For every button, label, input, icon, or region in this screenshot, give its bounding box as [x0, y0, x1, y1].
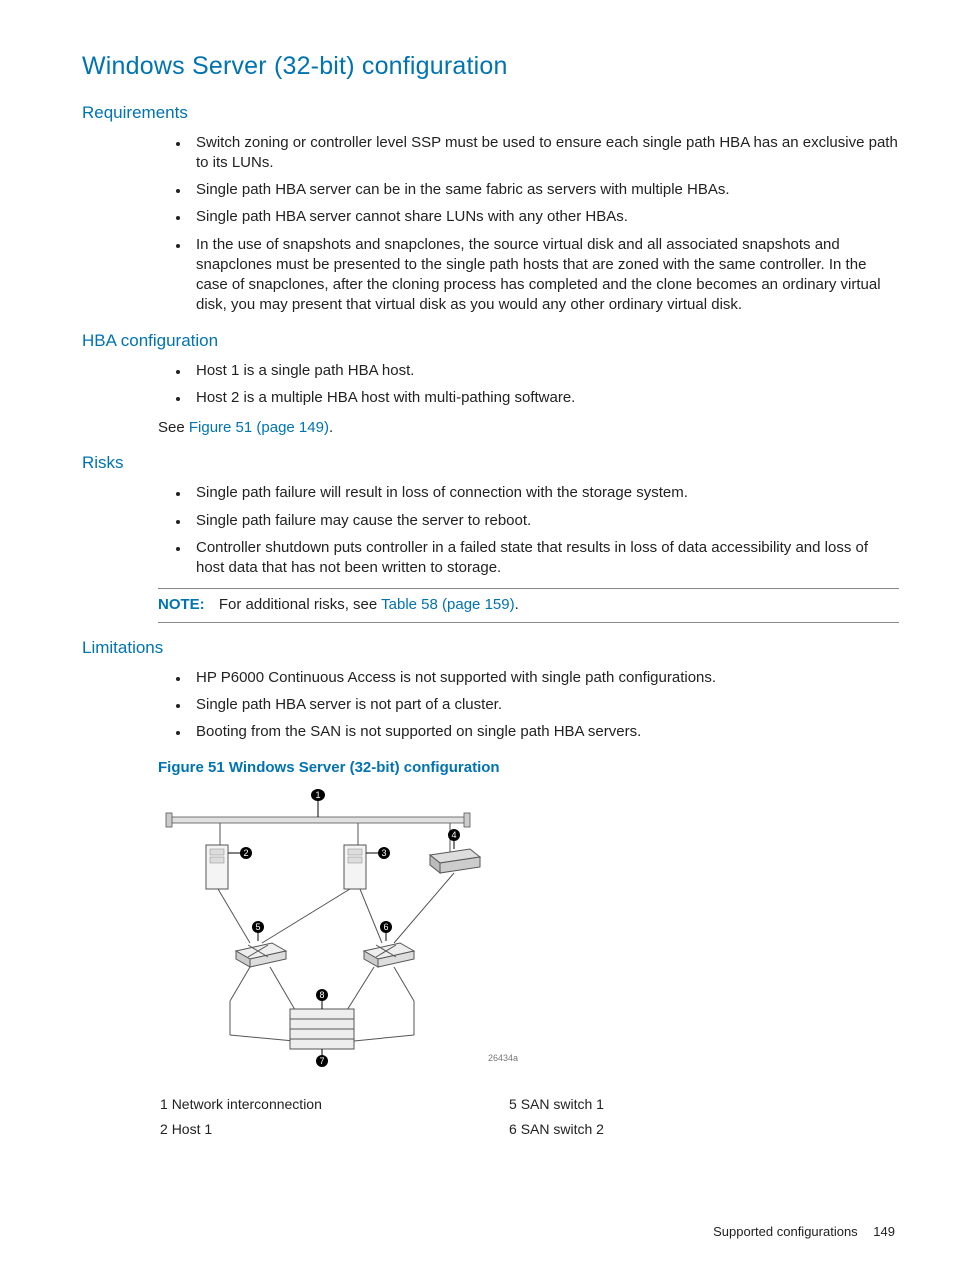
- list-item: Single path HBA server cannot share LUNs…: [190, 207, 899, 227]
- note-label: NOTE:: [158, 596, 205, 613]
- legend-label: SAN switch 1: [521, 1096, 604, 1112]
- heading-hba-configuration: HBA configuration: [82, 330, 899, 353]
- diagram-id: 26434a: [488, 1053, 518, 1063]
- list-item: Single path HBA server is not part of a …: [190, 695, 899, 715]
- list-limitations: HP P6000 Continuous Access is not suppor…: [82, 668, 899, 743]
- list-item: Host 1 is a single path HBA host.: [190, 361, 899, 381]
- note-prefix: For additional risks, see: [219, 596, 381, 613]
- host-1-icon: [206, 845, 228, 889]
- footer-page-number: 149: [873, 1224, 895, 1239]
- callout-4: 4: [451, 830, 456, 840]
- callout-2: 2: [243, 848, 248, 858]
- page-footer: Supported configurations 149: [82, 1223, 899, 1241]
- callout-7: 7: [319, 1056, 324, 1066]
- list-item: Host 2 is a multiple HBA host with multi…: [190, 388, 899, 408]
- host-2-icon: [344, 845, 366, 889]
- legend-label: Host 1: [172, 1121, 212, 1137]
- legend-label: SAN switch 2: [521, 1121, 604, 1137]
- table-link[interactable]: Table 58 (page 159): [381, 596, 514, 613]
- callout-1: 1: [315, 790, 320, 800]
- list-item: Single path failure will result in loss …: [190, 483, 899, 503]
- list-item: HP P6000 Continuous Access is not suppor…: [190, 668, 899, 688]
- san-switch-2-icon: [364, 943, 414, 967]
- storage-array-icon: [290, 1009, 354, 1049]
- callout-3: 3: [381, 848, 386, 858]
- see-suffix: .: [329, 419, 333, 436]
- figure-caption: Figure 51 Windows Server (32-bit) config…: [158, 758, 899, 778]
- see-reference: See Figure 51 (page 149).: [158, 418, 899, 438]
- heading-risks: Risks: [82, 452, 899, 475]
- note-suffix: .: [515, 596, 519, 613]
- list-risks: Single path failure will result in loss …: [82, 483, 899, 578]
- list-hba: Host 1 is a single path HBA host. Host 2…: [82, 361, 899, 409]
- san-switch-1-icon: [236, 943, 286, 967]
- heading-limitations: Limitations: [82, 637, 899, 660]
- list-item: Controller shutdown puts controller in a…: [190, 538, 899, 579]
- list-item: Single path failure may cause the server…: [190, 511, 899, 531]
- note-box: NOTE: For additional risks, see Table 58…: [158, 588, 899, 622]
- list-item: In the use of snapshots and snapclones, …: [190, 235, 899, 316]
- callout-5: 5: [255, 922, 260, 932]
- appliance-icon: [430, 849, 480, 873]
- footer-section: Supported configurations: [713, 1224, 858, 1239]
- heading-requirements: Requirements: [82, 102, 899, 125]
- legend-num: 1: [160, 1096, 168, 1112]
- callout-8: 8: [319, 990, 324, 1000]
- legend-num: 2: [160, 1121, 168, 1137]
- figure-link[interactable]: Figure 51 (page 149): [189, 419, 329, 436]
- callout-6: 6: [383, 922, 388, 932]
- legend-label: Network interconnection: [172, 1096, 322, 1112]
- figure-diagram: 1 2 3 4 5: [158, 783, 899, 1079]
- list-item: Single path HBA server can be in the sam…: [190, 180, 899, 200]
- page-title: Windows Server (32-bit) configuration: [82, 50, 899, 84]
- list-requirements: Switch zoning or controller level SSP mu…: [82, 133, 899, 316]
- figure-legend: 1 Network interconnection 5 SAN switch 1…: [158, 1091, 858, 1143]
- legend-num: 5: [509, 1096, 517, 1112]
- list-item: Switch zoning or controller level SSP mu…: [190, 133, 899, 174]
- legend-num: 6: [509, 1121, 517, 1137]
- list-item: Booting from the SAN is not supported on…: [190, 722, 899, 742]
- see-prefix: See: [158, 419, 189, 436]
